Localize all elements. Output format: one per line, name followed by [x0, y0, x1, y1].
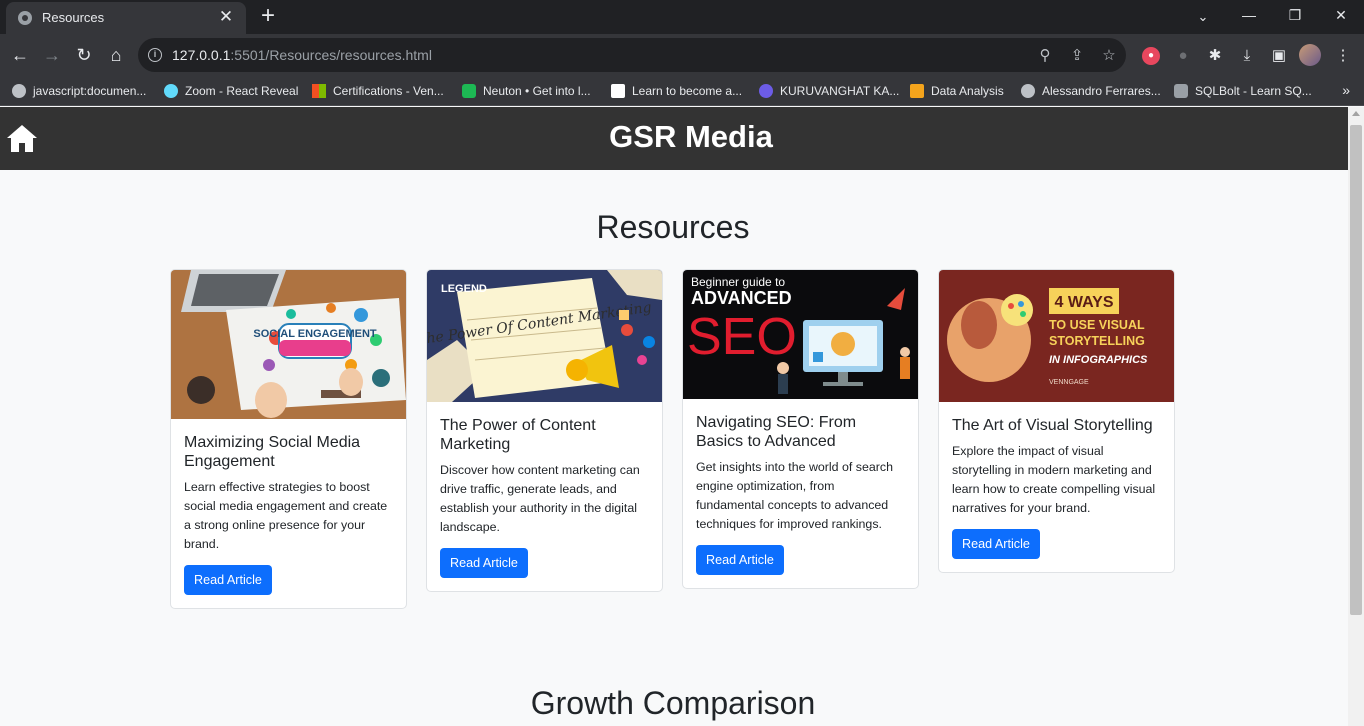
- image-line-3: IN INFOGRAPHICS: [1049, 354, 1148, 366]
- canva-icon: [759, 84, 773, 98]
- close-window-button[interactable]: ✕: [1318, 0, 1364, 30]
- url-text[interactable]: 127.0.0.1:5501/Resources/resources.html: [172, 47, 432, 63]
- tab-title: Resources: [42, 10, 105, 25]
- advanced-seo-image: Beginner guide to ADVANCED SEO: [683, 270, 918, 399]
- card-title: The Art of Visual Storytelling: [952, 417, 1153, 434]
- chevron-down-icon[interactable]: ⌄: [1192, 6, 1214, 28]
- bookmark-item[interactable]: Certifications - Ven...: [312, 82, 444, 100]
- extension-icon-2[interactable]: ●: [1172, 45, 1194, 67]
- image-caption-small: Beginner guide to: [691, 275, 785, 289]
- more-bookmarks-icon[interactable]: »: [1342, 82, 1350, 98]
- card-text: Get insights into the world of search en…: [696, 460, 893, 531]
- react-icon: [164, 84, 178, 98]
- microsoft-icon: [312, 84, 326, 98]
- read-article-button[interactable]: Read Article: [440, 548, 528, 578]
- card-text: Learn effective strategies to boost soci…: [184, 480, 388, 551]
- scroll-up-icon[interactable]: [1352, 111, 1360, 116]
- content-marketing-image: The Power Of Content Marketing LEGEND: [427, 270, 662, 402]
- bookmark-item[interactable]: Learn to become a...: [611, 82, 742, 100]
- globe-icon: [18, 11, 32, 25]
- restore-button[interactable]: ❐: [1272, 0, 1318, 30]
- sidepanel-icon[interactable]: ▣: [1268, 45, 1290, 67]
- card-title: Maximizing Social Media Engagement: [184, 434, 361, 470]
- new-tab-button[interactable]: +: [256, 4, 280, 29]
- back-button[interactable]: ←: [6, 41, 34, 69]
- site-header: GSR Media: [0, 107, 1348, 170]
- bookmark-item[interactable]: Alessandro Ferrares...: [1021, 82, 1161, 100]
- bookmark-item[interactable]: Data Analysis: [910, 82, 1004, 100]
- forward-button[interactable]: →: [38, 41, 66, 69]
- address-bar[interactable]: i 127.0.0.1:5501/Resources/resources.htm…: [138, 38, 1126, 72]
- home-button[interactable]: ⌂: [102, 41, 130, 69]
- card-text: Explore the impact of visual storytellin…: [952, 444, 1156, 515]
- image-line-2: STORYTELLING: [1049, 334, 1145, 348]
- minimize-button[interactable]: —: [1226, 0, 1272, 30]
- reload-button[interactable]: ↻: [70, 41, 98, 69]
- image-caption-big: ADVANCED: [691, 288, 792, 308]
- page-scrollbar[interactable]: [1348, 107, 1364, 726]
- growth-heading: Growth Comparison: [530, 685, 816, 721]
- visual-storytelling-image: 4 WAYS TO USE VISUAL STORYTELLING IN INF…: [939, 270, 1174, 402]
- puzzle-icon[interactable]: ✱: [1204, 45, 1226, 67]
- read-article-button[interactable]: Read Article: [696, 545, 784, 575]
- close-tab-icon[interactable]: ✕: [216, 7, 236, 27]
- download-icon[interactable]: ⤓: [1236, 45, 1258, 67]
- read-article-button[interactable]: Read Article: [184, 565, 272, 595]
- resource-card: The Power Of Content Marketing LEGEND Th…: [426, 269, 663, 592]
- star-icon[interactable]: ☆: [1099, 46, 1119, 66]
- image-brand: VENNGAGE: [1049, 379, 1089, 386]
- image-badge: 4 WAYS: [1055, 294, 1114, 311]
- image-logo: LEGEND: [441, 283, 487, 295]
- social-engagement-image: SOCIAL ENGAGEMENT: [171, 270, 406, 419]
- bookmark-item[interactable]: javascript:documen...: [12, 82, 146, 100]
- card-text: Discover how content marketing can drive…: [440, 463, 640, 534]
- menu-icon[interactable]: ⋮: [1332, 45, 1354, 67]
- avatar[interactable]: [1299, 44, 1321, 66]
- resource-card: Beginner guide to ADVANCED SEO Navigatin…: [682, 269, 919, 589]
- bookmark-item[interactable]: SQLBolt - Learn SQ...: [1174, 82, 1312, 100]
- bookmark-item[interactable]: Zoom - React Reveal: [164, 82, 298, 100]
- browser-tabstrip: Resources ✕ + ⌄ — ❐ ✕: [0, 0, 1364, 34]
- card-title: The Power of Content Marketing: [440, 417, 596, 453]
- bookmark-item[interactable]: Neuton • Get into l...: [462, 82, 591, 100]
- card-title: Navigating SEO: From Basics to Advanced: [696, 414, 857, 450]
- image-caption: SOCIAL ENGAGEMENT: [253, 328, 377, 340]
- resources-heading: Resources: [596, 209, 750, 245]
- globe-icon: [12, 84, 26, 98]
- neuton-icon: [462, 84, 476, 98]
- scroll-thumb[interactable]: [1350, 125, 1362, 615]
- data-icon: [910, 84, 924, 98]
- info-icon[interactable]: i: [148, 48, 162, 62]
- browser-toolbar: ← → ↻ ⌂ i 127.0.0.1:5501/Resources/resou…: [0, 34, 1364, 76]
- site-title: GSR Media: [609, 119, 773, 154]
- browser-tab[interactable]: Resources ✕: [6, 2, 246, 34]
- extension-icon[interactable]: ●: [1142, 47, 1160, 65]
- resource-card: 4 WAYS TO USE VISUAL STORYTELLING IN INF…: [938, 269, 1175, 573]
- zoom-icon[interactable]: ⚲: [1035, 46, 1055, 66]
- image-line-1: TO USE VISUAL: [1049, 318, 1145, 332]
- share-icon[interactable]: ⇪: [1067, 46, 1087, 66]
- bookmarks-bar: javascript:documen... Zoom - React Revea…: [0, 76, 1364, 106]
- bookmark-item[interactable]: KURUVANGHAT KA...: [759, 82, 899, 100]
- roadmap-icon: [611, 84, 625, 98]
- page-viewport: GSR Media Resources SOCIAL ENGAGEMENT Ma…: [0, 107, 1348, 726]
- globe-icon: [1021, 84, 1035, 98]
- resource-card: SOCIAL ENGAGEMENT Maximizing Social Medi…: [170, 269, 407, 609]
- read-article-button[interactable]: Read Article: [952, 529, 1040, 559]
- image-caption-seo: SEO: [687, 308, 797, 366]
- database-icon: [1174, 84, 1188, 98]
